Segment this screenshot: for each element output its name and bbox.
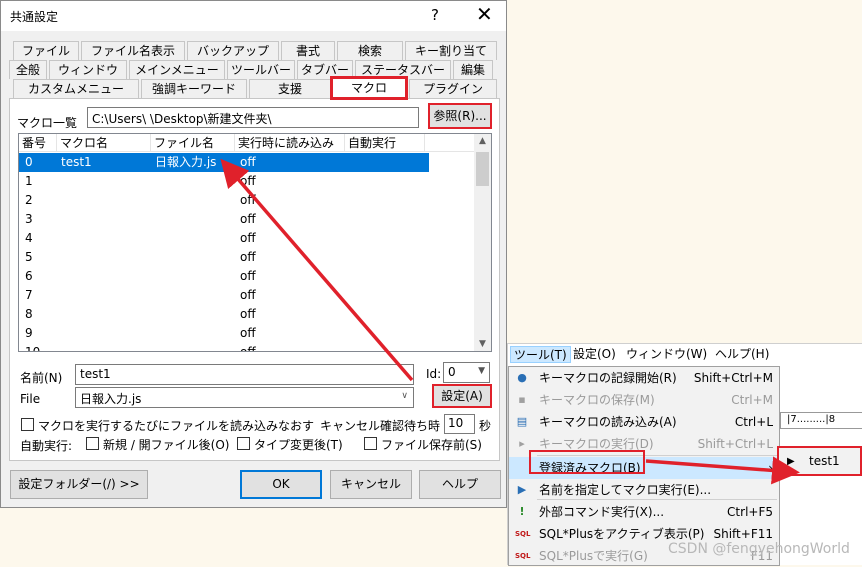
annotation-arrow-submenu — [645, 456, 800, 485]
annotation-overlay — [220, 76, 800, 485]
annotation-arrow-file — [220, 158, 414, 382]
macro-tab-highlight — [330, 76, 408, 100]
registered-macro-highlight — [529, 450, 645, 474]
